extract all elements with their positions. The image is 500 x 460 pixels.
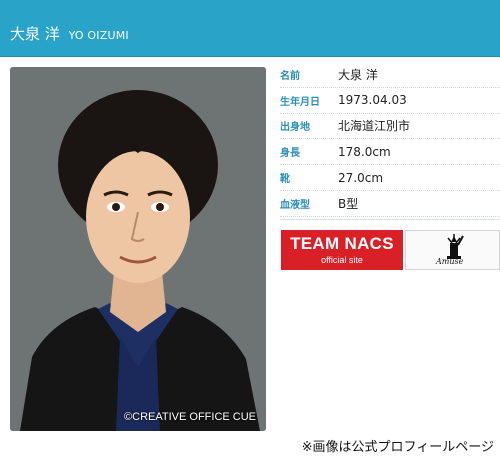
header-name-romaji: YO OIZUMI (68, 29, 129, 42)
section-divider (280, 219, 500, 220)
profile-row-blood: 血液型 B型 (280, 191, 500, 217)
row-label: 生年月日 (280, 96, 320, 108)
amuse-logo-text: Amuse (436, 257, 464, 266)
header-name-jp: 大泉 洋 (10, 25, 60, 43)
row-label: 身長 (280, 148, 300, 160)
profile-row-shoe: 靴 27.0cm (280, 165, 500, 191)
portrait-image (10, 67, 266, 431)
profile-table: 名前 大泉 洋 生年月日 1973.04.03 出身地 北海道江別市 身長 17… (280, 62, 500, 217)
row-value: 北海道江別市 (338, 119, 411, 134)
amuse-banner-link[interactable]: Amuse (405, 230, 500, 270)
team-nacs-banner-link[interactable]: TEAM NACS official site (281, 230, 403, 270)
row-value: 178.0cm (338, 144, 391, 159)
row-value: B型 (338, 196, 359, 211)
team-nacs-subtitle: official site (321, 255, 363, 265)
profile-photo: ©CREATIVE OFFICE CUE (10, 67, 266, 431)
image-caption: ※画像は公式プロフィールページ (301, 440, 494, 455)
row-label: 血液型 (280, 199, 310, 211)
profile-row-birthplace: 出身地 北海道江別市 (280, 114, 500, 140)
header-name: 大泉 洋 YO OIZUMI (10, 25, 129, 45)
profile-row-birthday: 生年月日 1973.04.03 (280, 88, 500, 114)
row-label: 靴 (280, 174, 290, 186)
row-value: 大泉 洋 (338, 67, 378, 82)
profile-header: 大泉 洋 YO OIZUMI (0, 0, 500, 57)
photo-credit: ©CREATIVE OFFICE CUE (124, 411, 256, 423)
profile-row-name: 名前 大泉 洋 (280, 62, 500, 88)
row-value: 27.0cm (338, 170, 384, 185)
row-label: 出身地 (280, 122, 310, 134)
row-value: 1973.04.03 (338, 93, 407, 108)
team-nacs-title: TEAM NACS (290, 234, 394, 253)
row-label: 名前 (280, 70, 300, 82)
profile-row-height: 身長 178.0cm (280, 139, 500, 166)
